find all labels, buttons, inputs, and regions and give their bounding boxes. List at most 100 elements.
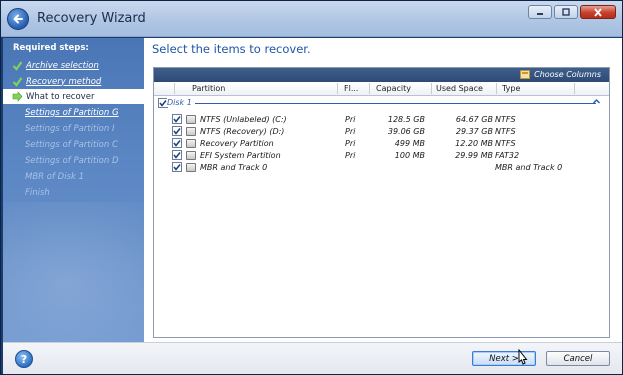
close-icon — [594, 7, 602, 17]
checkmark-icon — [173, 128, 181, 135]
collapse-icon[interactable] — [592, 97, 601, 106]
table-row[interactable]: EFI System Partition Pri 100 MB 29.99 MB… — [154, 150, 609, 162]
row-checkbox[interactable] — [172, 114, 182, 124]
footer-bar: ? Next > Cancel — [3, 342, 622, 374]
sidebar-item-label: Archive selection — [26, 60, 99, 71]
partition-name: NTFS (Unlabeled) (C:) — [200, 115, 287, 124]
row-checkbox[interactable] — [172, 126, 182, 136]
column-header-type[interactable]: Type — [502, 84, 520, 93]
partition-flags: Pri — [345, 151, 356, 160]
column-separator — [496, 83, 497, 94]
maximize-button[interactable] — [554, 5, 578, 19]
partition-used-space: 12.20 MB — [455, 139, 493, 148]
column-separator — [574, 83, 575, 94]
checkmark-icon — [173, 116, 181, 123]
partition-flags: Pri — [345, 139, 356, 148]
table-row[interactable]: MBR and Track 0 MBR and Track 0 — [154, 162, 609, 174]
sidebar-item-settings-partition-g[interactable]: Settings of Partition G — [3, 105, 144, 120]
column-separator — [431, 83, 432, 94]
sidebar-item-label: Settings of Partition I — [25, 123, 115, 134]
partition-name: NTFS (Recovery) (D:) — [200, 127, 285, 136]
check-icon — [12, 61, 23, 71]
partition-type: NTFS — [495, 127, 516, 136]
column-header-row: Partition Fl... Capacity Used Space Type — [154, 82, 609, 96]
column-header-flags[interactable]: Fl... — [344, 84, 358, 93]
sidebar-item-label: Recovery method — [26, 76, 102, 87]
partition-used-space: 29.37 GB — [455, 127, 493, 136]
column-separator — [369, 83, 370, 94]
partition-icon — [186, 115, 196, 124]
table-row[interactable]: NTFS (Recovery) (D:) Pri 39.06 GB 29.37 … — [154, 126, 609, 138]
cancel-button[interactable]: Cancel — [546, 351, 610, 366]
window-title: Recovery Wizard — [37, 11, 146, 26]
sidebar-item-recovery-method[interactable]: Recovery method — [3, 74, 144, 89]
sidebar-item-label: What to recover — [26, 91, 95, 102]
partition-type: MBR and Track 0 — [495, 163, 563, 172]
partition-flags: Pri — [345, 115, 356, 124]
table-row[interactable]: NTFS (Unlabeled) (C:) Pri 128.5 GB 64.67… — [154, 114, 609, 126]
close-button[interactable] — [580, 5, 616, 19]
panel-toolbar: Choose Columns — [154, 68, 609, 82]
sidebar-heading: Required steps: — [13, 43, 89, 53]
sidebar-item-label: Settings of Partition D — [25, 155, 119, 166]
partition-type: NTFS — [495, 115, 516, 124]
sidebar-item-what-to-recover[interactable]: What to recover — [3, 89, 144, 104]
column-header-partition[interactable]: Partition — [192, 84, 225, 93]
checkmark-icon — [173, 152, 181, 159]
row-checkbox[interactable] — [172, 150, 182, 160]
partition-type: FAT32 — [495, 151, 520, 160]
sidebar-item-archive-selection[interactable]: Archive selection — [3, 58, 144, 73]
partition-capacity: 39.06 GB — [387, 127, 425, 136]
minimize-icon — [537, 13, 543, 15]
minimize-button[interactable] — [528, 5, 552, 19]
help-icon: ? — [20, 352, 28, 366]
recovery-wizard-window: Recovery Wizard Required steps: Archive … — [0, 0, 623, 375]
check-icon — [12, 77, 23, 87]
mouse-pointer-icon — [518, 349, 528, 365]
partition-icon — [186, 127, 196, 136]
partition-capacity: 499 MB — [394, 139, 425, 148]
back-arrow-icon — [13, 14, 23, 24]
partition-used-space: 29.99 MB — [455, 151, 493, 160]
column-header-used-space[interactable]: Used Space — [436, 84, 483, 93]
choose-columns-label: Choose Columns — [534, 70, 601, 79]
partition-name: MBR and Track 0 — [200, 163, 268, 172]
window-controls — [528, 5, 616, 19]
partition-name: EFI System Partition — [200, 151, 281, 160]
steps-sidebar: Required steps: Archive selection Recove… — [3, 38, 144, 342]
partition-flags: Pri — [345, 127, 356, 136]
partition-icon — [186, 151, 196, 160]
partition-capacity: 100 MB — [394, 151, 425, 160]
disk-divider — [178, 103, 596, 104]
sidebar-item-settings-partition-c: Settings of Partition C — [3, 137, 144, 152]
checkmark-icon — [159, 100, 167, 107]
disk-label: Disk 1 — [167, 98, 195, 107]
partition-used-space: 64.67 GB — [455, 115, 493, 124]
title-bar: Recovery Wizard — [1, 1, 622, 37]
table-row[interactable]: Recovery Partition Pri 499 MB 12.20 MB N… — [154, 138, 609, 150]
partition-icon — [186, 139, 196, 148]
back-button[interactable] — [7, 8, 29, 30]
column-separator — [337, 83, 338, 94]
sidebar-item-settings-partition-i: Settings of Partition I — [3, 121, 144, 136]
columns-icon — [520, 70, 531, 79]
row-checkbox[interactable] — [172, 138, 182, 148]
main-content: Select the items to recover. Choose Colu… — [144, 38, 622, 342]
checkmark-icon — [173, 164, 181, 171]
choose-columns-button[interactable]: Choose Columns — [520, 70, 601, 79]
row-checkbox[interactable] — [172, 162, 182, 172]
page-heading: Select the items to recover. — [152, 42, 311, 56]
sidebar-item-mbr-disk-1: MBR of Disk 1 — [3, 169, 144, 184]
cancel-button-label: Cancel — [563, 353, 593, 364]
sidebar-item-label: Finish — [25, 187, 50, 198]
partition-capacity: 128.5 GB — [387, 115, 425, 124]
sidebar-item-label: MBR of Disk 1 — [25, 171, 85, 182]
current-step-arrow-icon — [12, 91, 23, 102]
sidebar-item-settings-partition-d: Settings of Partition D — [3, 153, 144, 168]
sidebar-item-label: Settings of Partition G — [25, 107, 119, 118]
items-panel: Choose Columns Partition Fl... Capacity … — [153, 67, 610, 338]
help-button[interactable]: ? — [15, 350, 33, 368]
partition-icon — [186, 163, 196, 172]
partition-name: Recovery Partition — [200, 139, 274, 148]
column-header-capacity[interactable]: Capacity — [376, 84, 411, 93]
